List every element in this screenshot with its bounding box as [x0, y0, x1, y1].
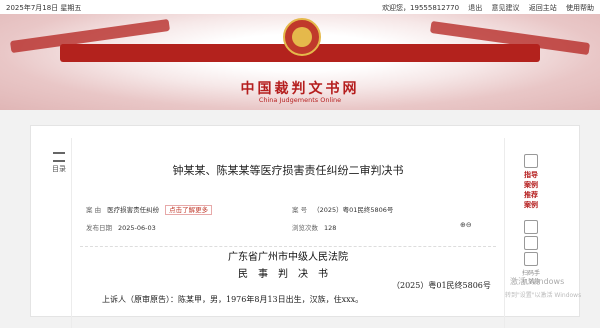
toc-label: 目录 — [52, 165, 66, 173]
court-name: 广东省广州市中级人民法院 — [228, 252, 348, 263]
court-emblem-icon — [283, 18, 321, 56]
right-sidebar: 指导 案例 推荐 案例 扫码手机浏览 — [521, 152, 541, 286]
site-banner: 中国裁判文书网 China Judgements Online — [0, 14, 600, 110]
case-number-row: 案 号 （2025）粤01民终5806号 — [292, 204, 393, 214]
windows-activation-watermark: 激活 Windows — [510, 277, 565, 286]
party-paragraph: 上诉人（原审原告）：陈某甲，男，1976年8月13日出生，汉族，住xxx。 — [102, 295, 364, 304]
document-type: 民事判决书 — [238, 269, 338, 280]
top-bar: 2025年7月18日 星期五 欢迎您，19555812770 退出 意见建议 返… — [0, 0, 600, 14]
views-value: 128 — [324, 224, 337, 232]
current-date: 2025年7月18日 星期五 — [6, 4, 82, 12]
publish-row: 发布日期 2025-06-03 — [86, 222, 156, 232]
user-links: 欢迎您，19555812770 退出 意见建议 返回主站 使用帮助 — [375, 3, 594, 13]
case-number-value: （2025）粤01民终5806号 — [313, 206, 394, 214]
recommended-cases-link[interactable]: 推荐 案例 — [521, 190, 541, 210]
cause-label: 案 由 — [86, 206, 102, 214]
zoom-out-icon[interactable]: ⊖ — [466, 221, 472, 229]
case-number-label: 案 号 — [292, 206, 308, 214]
case-number-text: （2025）粤01民终5806号 — [392, 281, 491, 290]
table-of-contents-button[interactable]: 目录 — [51, 152, 67, 174]
site-subtitle: China Judgements Online — [258, 96, 342, 104]
help-link[interactable]: 使用帮助 — [566, 4, 594, 12]
feedback-link[interactable]: 意见建议 — [492, 4, 520, 12]
document-body: 钟某某、陈某某等医疗损害责任纠纷二审判决书 案 由医疗损害责任纠纷 点击了解更多 … — [71, 138, 505, 328]
document-icon[interactable] — [524, 154, 538, 168]
welcome-text: 欢迎您，19555812770 — [382, 4, 460, 12]
guide-cases-link[interactable]: 指导 案例 — [521, 170, 541, 190]
publish-value: 2025-06-03 — [118, 224, 156, 232]
qr-code-icon[interactable] — [524, 252, 538, 266]
font-size-controls[interactable]: ⊕⊖ — [460, 221, 472, 229]
download-icon[interactable] — [524, 220, 538, 234]
content-panel: 目录 钟某某、陈某某等医疗损害责任纠纷二审判决书 案 由医疗损害责任纠纷 点击了解… — [30, 125, 580, 328]
cause-value: 医疗损害责任纠纷 — [107, 206, 160, 214]
document-title: 钟某某、陈某某等医疗损害责任纠纷二审判决书 — [172, 164, 404, 177]
windows-activation-hint: 转到"设置"以激活 Windows — [505, 292, 582, 299]
publish-label: 发布日期 — [86, 224, 112, 232]
menu-list-icon — [53, 152, 65, 162]
logout-link[interactable]: 退出 — [468, 4, 482, 12]
return-home-link[interactable]: 返回主站 — [529, 4, 557, 12]
cause-row: 案 由医疗损害责任纠纷 点击了解更多 — [86, 204, 213, 215]
learn-more-tag[interactable]: 点击了解更多 — [165, 205, 213, 215]
views-row: 浏览次数 128 — [292, 222, 336, 232]
views-label: 浏览次数 — [292, 224, 318, 232]
meta-divider — [80, 246, 496, 247]
edit-icon[interactable] — [524, 236, 538, 250]
site-title[interactable]: 中国裁判文书网 — [0, 78, 600, 98]
